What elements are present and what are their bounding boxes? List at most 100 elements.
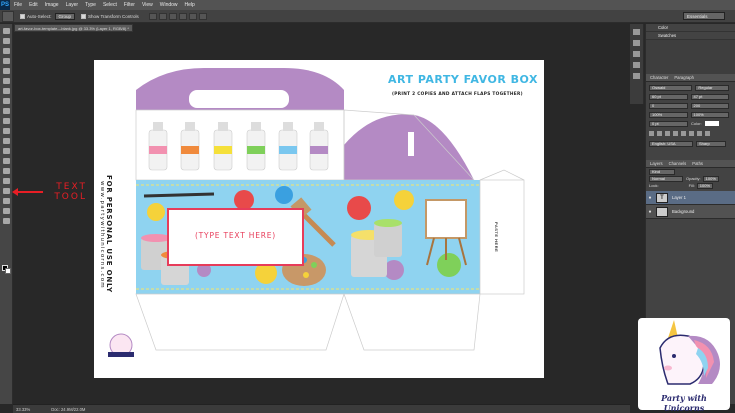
rectangle-tool-icon[interactable] [2, 198, 10, 204]
path-select-tool-icon[interactable] [2, 188, 10, 194]
show-transform-checkbox[interactable] [81, 13, 87, 19]
quick-select-tool-icon[interactable] [2, 58, 10, 64]
properties-panel-icon[interactable] [633, 40, 640, 46]
document-canvas[interactable]: ART PARTY FAVOR BOX (PRINT 2 COPIES AND … [94, 60, 544, 378]
visibility-eye-icon[interactable]: ● [646, 209, 654, 215]
text-tool-icon[interactable] [2, 178, 10, 184]
document-tab[interactable]: art-favor-box-template---blank.jpg @ 33.… [14, 24, 133, 32]
underline-icon[interactable] [697, 131, 702, 136]
panel-spacer [646, 40, 735, 74]
dodge-tool-icon[interactable] [2, 158, 10, 164]
character-panel: Oswald Regular 60 pt 47 pt 0 200 100% 10… [646, 82, 735, 160]
tab-paths[interactable]: Paths [692, 161, 703, 166]
layer-name: Layer 1 [672, 195, 686, 200]
baseline-row: 0 pt Color: [649, 120, 732, 127]
tab-character[interactable]: Character [650, 75, 668, 80]
font-size-field[interactable]: 60 pt [649, 93, 688, 100]
type-text-box[interactable]: (TYPE TEXT HERE) [167, 208, 304, 266]
blur-tool-icon[interactable] [2, 148, 10, 154]
tab-paragraph[interactable]: Paragraph [674, 75, 694, 80]
tab-channels[interactable]: Channels [669, 161, 687, 166]
info-panel-icon[interactable] [633, 62, 640, 68]
history-brush-tool-icon[interactable] [2, 118, 10, 124]
align-center-icon[interactable] [188, 12, 197, 20]
fill-label: Fill: [688, 183, 695, 188]
hand-tool-icon[interactable] [2, 208, 10, 214]
clone-stamp-tool-icon[interactable] [2, 108, 10, 114]
auto-select-dropdown[interactable]: Group [54, 12, 76, 20]
menu-help[interactable]: Help [185, 2, 195, 8]
leading-field[interactable]: 47 pt [690, 93, 729, 100]
subscript-icon[interactable] [689, 131, 694, 136]
opacity-field[interactable]: 100% [702, 175, 719, 182]
text-layer-thumbnail-icon: T [656, 192, 668, 203]
crop-tool-icon[interactable] [2, 68, 10, 74]
menu-window[interactable]: Window [160, 2, 178, 8]
language-field[interactable]: English: USA [649, 140, 693, 147]
align-top-icon[interactable] [148, 12, 157, 20]
zoom-level[interactable]: 33.33% [16, 407, 30, 412]
tab-swatches[interactable]: Swatches [646, 32, 735, 40]
faux-bold-icon[interactable] [649, 131, 654, 136]
history-panel-icon[interactable] [633, 29, 640, 35]
menu-type[interactable]: Type [85, 2, 96, 8]
workspace-dropdown[interactable]: Essentials [683, 12, 725, 20]
menu-image[interactable]: Image [45, 2, 59, 8]
opacity-label: Opacity: [686, 176, 701, 181]
marquee-tool-icon[interactable] [2, 38, 10, 44]
layer-row[interactable]: ● Background [646, 205, 735, 219]
strikethrough-icon[interactable] [705, 131, 710, 136]
small-caps-icon[interactable] [673, 131, 678, 136]
brush-tool-icon[interactable] [2, 98, 10, 104]
baseline-field[interactable]: 0 pt [649, 120, 688, 127]
move-tool-preset-icon[interactable] [2, 10, 14, 22]
show-transform-label: Show Transform Controls [88, 13, 139, 19]
layer-kind-filter[interactable]: Kind [649, 168, 675, 175]
faux-italic-icon[interactable] [657, 131, 662, 136]
blend-mode-dropdown[interactable]: Normal [649, 175, 683, 182]
kerning-field[interactable]: 0 [649, 102, 688, 109]
lock-row: Lock: Fill: 100% [646, 182, 735, 189]
align-left-icon[interactable] [178, 12, 187, 20]
superscript-icon[interactable] [681, 131, 686, 136]
align-buttons [148, 12, 209, 20]
menu-layer[interactable]: Layer [66, 2, 79, 8]
anti-alias-field[interactable]: Sharp [696, 140, 726, 147]
lasso-tool-icon[interactable] [2, 48, 10, 54]
vertical-scale-field[interactable]: 100% [649, 111, 688, 118]
pen-tool-icon[interactable] [2, 168, 10, 174]
website-url-text: www.partywithunicorns.com [99, 181, 105, 289]
layer-row[interactable]: ● T Layer 1 [646, 191, 735, 205]
menu-view[interactable]: View [142, 2, 153, 8]
eraser-tool-icon[interactable] [2, 128, 10, 134]
align-right-icon[interactable] [198, 12, 207, 20]
menu-file[interactable]: File [14, 2, 22, 8]
eyedropper-tool-icon[interactable] [2, 78, 10, 84]
align-bottom-icon[interactable] [168, 12, 177, 20]
menu-select[interactable]: Select [103, 2, 117, 8]
fill-field[interactable]: 100% [696, 182, 713, 189]
photoshop-window: PS File Edit Image Layer Type Select Fil… [0, 0, 735, 413]
size-row: 60 pt 47 pt [649, 93, 732, 100]
layer-filter-row: Kind [646, 168, 735, 175]
font-style-field[interactable]: Regular [695, 84, 729, 91]
zoom-tool-icon[interactable] [2, 218, 10, 224]
gradient-tool-icon[interactable] [2, 138, 10, 144]
tab-layers[interactable]: Layers [650, 161, 663, 166]
background-color-swatch[interactable] [5, 268, 11, 274]
auto-select-checkbox[interactable] [20, 13, 25, 19]
align-middle-icon[interactable] [158, 12, 167, 20]
all-caps-icon[interactable] [665, 131, 670, 136]
brush-panel-icon[interactable] [633, 51, 640, 57]
font-family-field[interactable]: Oswald [649, 84, 693, 91]
text-color-swatch[interactable] [704, 121, 719, 126]
visibility-eye-icon[interactable]: ● [646, 195, 654, 201]
move-tool-icon[interactable] [2, 28, 10, 34]
tab-color[interactable]: Color [646, 24, 735, 32]
horizontal-scale-field[interactable]: 100% [690, 111, 729, 118]
menu-filter[interactable]: Filter [124, 2, 135, 8]
menu-edit[interactable]: Edit [29, 2, 38, 8]
actions-panel-icon[interactable] [633, 73, 640, 79]
healing-brush-tool-icon[interactable] [2, 88, 10, 94]
tracking-field[interactable]: 200 [690, 102, 729, 109]
